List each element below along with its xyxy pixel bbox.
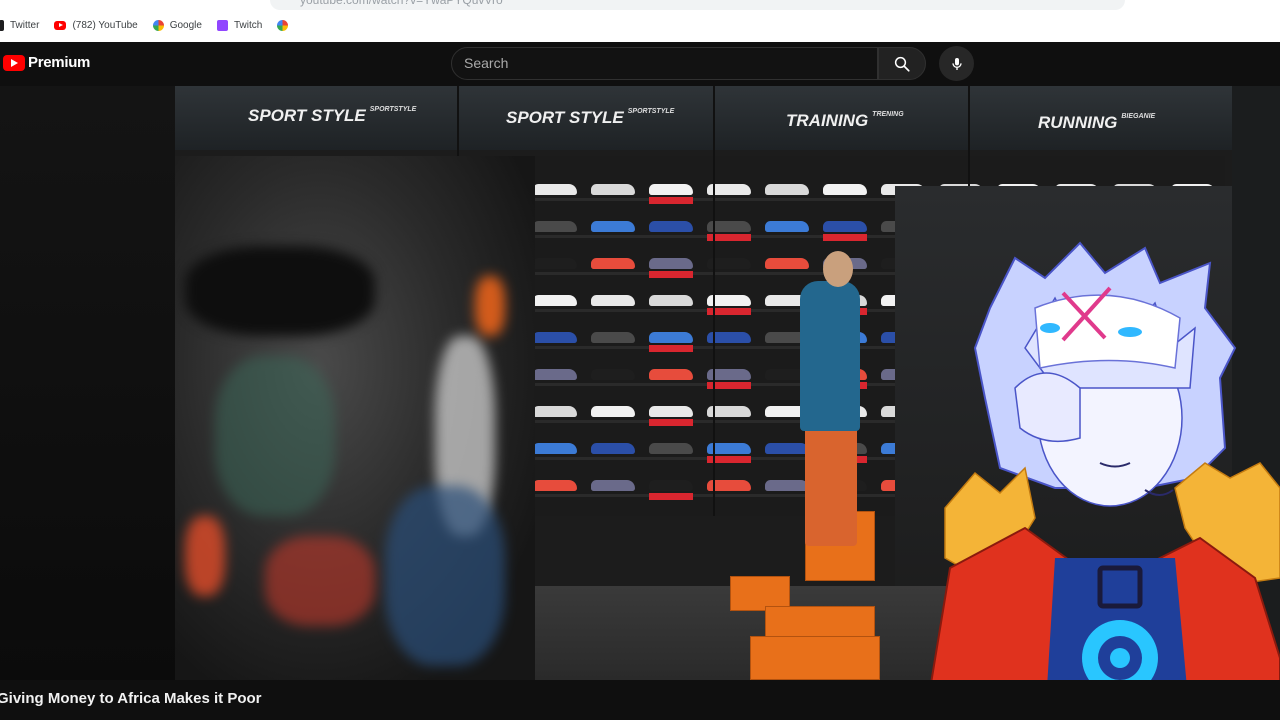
google-icon [152,19,164,31]
shoe [591,480,635,491]
search-input[interactable]: Search [451,47,878,80]
shoe [823,184,867,195]
youtube-logo-icon [3,54,25,71]
shoe [591,221,635,232]
shoe [649,369,693,380]
shoe [533,221,577,232]
shoe [823,221,867,232]
sale-tag [823,234,867,241]
shoe-box [750,636,880,680]
shopper-legs [805,426,857,546]
bookmark-google[interactable]: Google [152,19,202,31]
bookmark-label: Google [169,19,202,31]
bookmark-twitch[interactable]: Twitch [216,19,263,31]
voice-search-button[interactable] [939,46,974,81]
wall-divider [713,86,715,516]
shoe [649,221,693,232]
shoe [765,221,809,232]
bookmarks-bar: Twitter (782) YouTube Google Twitch [0,15,309,35]
shoe [591,295,635,306]
avatar-hand [1014,372,1081,443]
address-bar[interactable]: youtube.com/watch?v=YwaPYQuvVro [270,0,1125,10]
bookmark-youtube[interactable]: (782) YouTube [54,19,138,31]
shoe [649,332,693,343]
bookmark-google-2[interactable] [277,19,294,31]
logo-text: Premium [28,54,91,71]
avatar-left-eye [1040,323,1060,333]
shoe [649,295,693,306]
shoe [591,369,635,380]
shopper-head [823,251,853,287]
shoe [533,184,577,195]
shoe [533,406,577,417]
google-icon [277,19,289,31]
shoe [649,184,693,195]
sale-tag [649,493,693,500]
store-sign: SPORT STYLE SPORTSTYLE [506,108,675,127]
shoe [533,258,577,269]
video-left-margin [0,86,175,680]
shoe [533,295,577,306]
store-sign: SPORT STYLE SPORTSTYLE [248,106,417,125]
clothing-rack [175,156,535,680]
shoe [649,258,693,269]
shoe [591,258,635,269]
sale-tag [649,419,693,426]
twitter-icon [0,19,4,31]
shoe-box [765,606,875,638]
browser-chrome: youtube.com/watch?v=YwaPYQuvVro Twitter … [0,0,1280,42]
shoe [533,480,577,491]
bookmark-label: (782) YouTube [72,19,138,31]
shoe [649,443,693,454]
shopper-body [800,281,860,431]
shoe [649,480,693,491]
bookmark-label: Twitter [10,19,40,31]
shoe [533,369,577,380]
shoe [765,443,809,454]
video-title: Giving Money to Africa Makes it Poor [0,690,262,707]
bookmark-twitter[interactable]: Twitter [0,19,40,31]
shoe [533,332,577,343]
store-sign: TRAINING TRENING [786,111,904,130]
shoe [591,406,635,417]
vtuber-avatar [923,241,1280,720]
sale-tag [649,345,693,352]
avatar-right-eye [1118,327,1142,337]
sale-tag [649,271,693,278]
youtube-premium-logo[interactable]: Premium [3,54,90,71]
sale-tag [649,197,693,204]
twitch-icon [216,19,228,31]
shoe [649,406,693,417]
bookmark-label: Twitch [233,19,263,31]
shoe [591,184,635,195]
shoe [591,443,635,454]
shoe [765,184,809,195]
youtube-header: Premium Search [0,42,1280,86]
youtube-icon [54,20,67,30]
search-icon [894,56,910,72]
store-sign: RUNNING BIEGANIE [1038,113,1156,132]
shoe [591,332,635,343]
shoe [533,443,577,454]
microphone-icon [951,57,962,70]
shoe [765,480,809,491]
shoe [765,258,809,269]
search-button[interactable] [878,47,926,80]
